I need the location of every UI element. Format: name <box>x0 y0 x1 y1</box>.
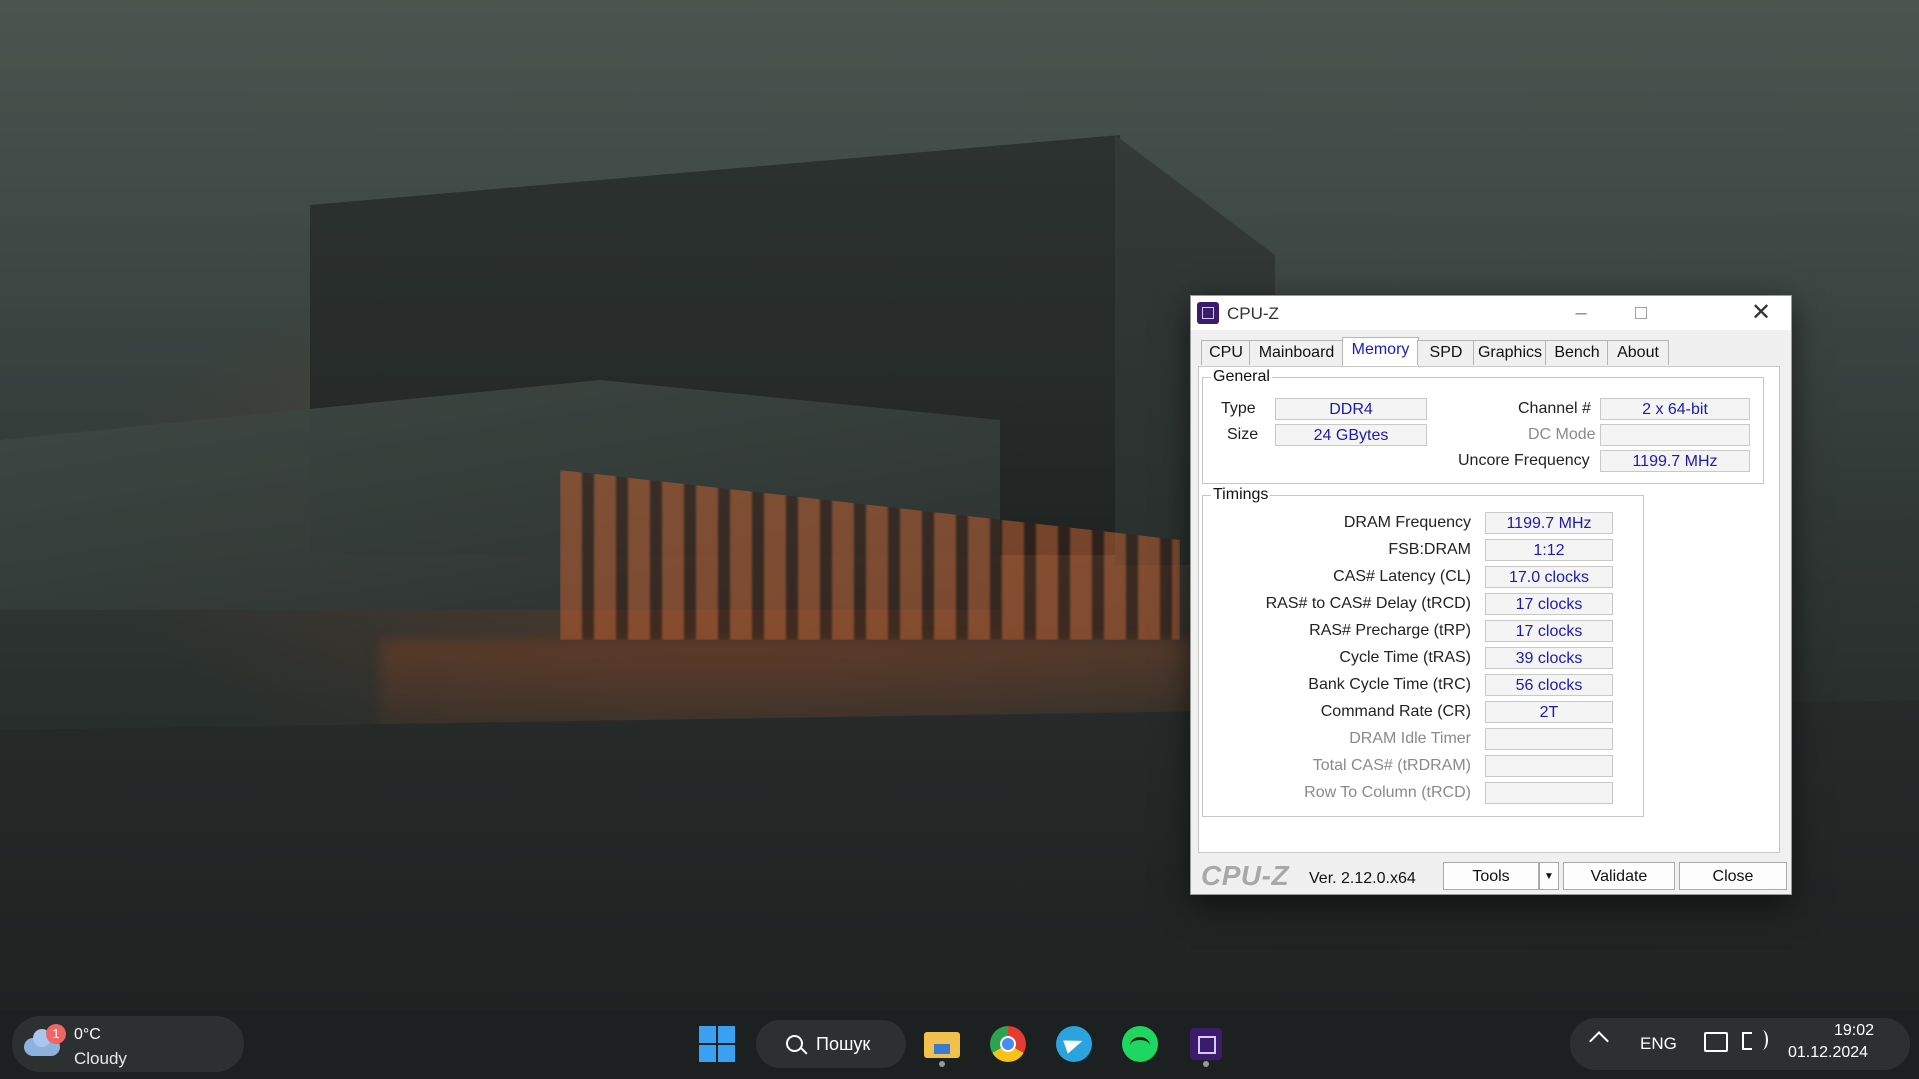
timing-label: Row To Column (tRCD) <box>1304 784 1471 801</box>
tab-bench[interactable]: Bench <box>1545 340 1609 365</box>
timing-value <box>1485 755 1613 777</box>
clock-date[interactable]: 01.12.2024 <box>1788 1044 1868 1062</box>
cpuz-icon <box>1190 1028 1222 1060</box>
clock-time[interactable]: 19:02 <box>1834 1022 1874 1040</box>
windows-logo-pane <box>718 1026 735 1043</box>
type-label: Type <box>1221 400 1256 417</box>
volume-icon[interactable] <box>1742 1030 1768 1050</box>
windows-logo-pane <box>718 1045 735 1062</box>
start-button[interactable] <box>697 1024 737 1064</box>
system-tray: ENG 19:02 01.12.2024 <box>1570 1018 1910 1070</box>
spotify-button[interactable] <box>1120 1024 1160 1064</box>
timing-value <box>1485 728 1613 750</box>
title-bar[interactable]: CPU-Z – □ ✕ <box>1191 296 1791 330</box>
timing-value: 39 clocks <box>1485 647 1613 669</box>
timing-label: Cycle Time (tRAS) <box>1339 649 1471 666</box>
timing-label: Bank Cycle Time (tRC) <box>1308 676 1471 693</box>
telegram-button[interactable] <box>1054 1024 1094 1064</box>
timing-label: DRAM Frequency <box>1343 514 1471 531</box>
timing-value: 17 clocks <box>1485 593 1613 615</box>
notification-badge: 1 <box>46 1024 66 1044</box>
timing-value: 2T <box>1485 701 1613 723</box>
timing-label: CAS# Latency (CL) <box>1333 568 1471 585</box>
timing-value <box>1485 782 1613 804</box>
timing-value: 17 clocks <box>1485 620 1613 642</box>
minimize-button[interactable]: – <box>1551 296 1611 330</box>
timing-value: 1:12 <box>1485 539 1613 561</box>
general-group: General Type DDR4 Size 24 GBytes Channel… <box>1202 368 1764 484</box>
general-title: General <box>1211 368 1272 386</box>
windows-logo-icon <box>699 1026 716 1043</box>
search-label: Пошук <box>816 1034 871 1054</box>
timing-value: 17.0 clocks <box>1485 566 1613 588</box>
spotify-icon <box>1122 1026 1158 1062</box>
type-value: DDR4 <box>1275 398 1427 420</box>
version-label: Ver. 2.12.0.x64 <box>1309 870 1416 887</box>
chrome-icon <box>990 1026 1026 1062</box>
validate-button[interactable]: Validate <box>1563 862 1675 890</box>
timings-title: Timings <box>1211 486 1271 504</box>
memory-panel: General Type DDR4 Size 24 GBytes Channel… <box>1198 366 1780 853</box>
language-indicator[interactable]: ENG <box>1640 1034 1677 1054</box>
size-value: 24 GBytes <box>1275 424 1427 446</box>
file-explorer-button[interactable] <box>922 1024 962 1064</box>
timing-label: Command Rate (CR) <box>1320 703 1471 720</box>
telegram-icon <box>1056 1026 1092 1062</box>
size-label: Size <box>1227 426 1259 443</box>
chrome-button[interactable] <box>988 1024 1028 1064</box>
timing-label: DRAM Idle Timer <box>1349 730 1471 747</box>
running-indicator <box>1203 1061 1209 1067</box>
running-indicator <box>939 1061 945 1067</box>
timings-group: Timings DRAM Frequency 1199.7 MHz FSB:DRAM… <box>1202 486 1644 817</box>
tab-cpu[interactable]: CPU <box>1201 340 1251 365</box>
timing-label: Total CAS# (tRDRAM) <box>1312 757 1471 774</box>
dc-mode-value <box>1600 424 1750 446</box>
cpuz-app-icon <box>1197 302 1219 324</box>
timing-label: RAS# Precharge (tRP) <box>1309 622 1471 639</box>
tab-memory[interactable]: Memory <box>1342 337 1419 366</box>
cpuz-logo: CPU-Z <box>1201 860 1290 891</box>
close-button[interactable]: Close <box>1679 862 1787 890</box>
tab-spd[interactable]: SPD <box>1417 340 1475 365</box>
search-icon <box>786 1035 803 1052</box>
footer-bar: CPU-Z Ver. 2.12.0.x64 Tools ▼ Validate C… <box>1191 856 1791 894</box>
network-icon[interactable] <box>1704 1032 1728 1052</box>
windows-logo-pane <box>699 1045 716 1062</box>
taskbar: 1 0°C Cloudy Пошук ENG 19:02 01.12.2024 <box>0 1010 1919 1079</box>
channel-value: 2 x 64-bit <box>1600 398 1750 420</box>
tab-graphics[interactable]: Graphics <box>1473 340 1547 365</box>
dc-mode-label: DC Mode <box>1528 426 1596 443</box>
weather-widget[interactable]: 1 0°C Cloudy <box>12 1016 244 1072</box>
window-title: CPU-Z <box>1227 304 1279 323</box>
chevron-up-icon[interactable] <box>1589 1031 1609 1051</box>
timing-value: 1199.7 MHz <box>1485 512 1613 534</box>
timing-label: FSB:DRAM <box>1388 541 1471 558</box>
close-window-button[interactable]: ✕ <box>1731 296 1791 330</box>
folder-icon <box>924 1032 960 1058</box>
weather-temperature: 0°C <box>74 1026 101 1043</box>
cpuz-window: CPU-Z – □ ✕ CPU Mainboard Memory SPD Gra… <box>1190 295 1792 895</box>
channel-label: Channel # <box>1518 400 1591 417</box>
search-button[interactable]: Пошук <box>756 1020 906 1068</box>
tab-about[interactable]: About <box>1607 340 1669 365</box>
timing-label: RAS# to CAS# Delay (tRCD) <box>1265 595 1471 612</box>
cpuz-taskbar-button[interactable] <box>1186 1024 1226 1064</box>
maximize-button[interactable]: □ <box>1611 296 1671 330</box>
uncore-frequency-value: 1199.7 MHz <box>1600 450 1750 472</box>
tab-mainboard[interactable]: Mainboard <box>1249 340 1344 365</box>
uncore-frequency-label: Uncore Frequency <box>1458 452 1590 469</box>
tools-button[interactable]: Tools <box>1443 862 1539 890</box>
weather-description: Cloudy <box>74 1049 127 1068</box>
tools-dropdown-icon[interactable]: ▼ <box>1539 862 1559 890</box>
timing-value: 56 clocks <box>1485 674 1613 696</box>
